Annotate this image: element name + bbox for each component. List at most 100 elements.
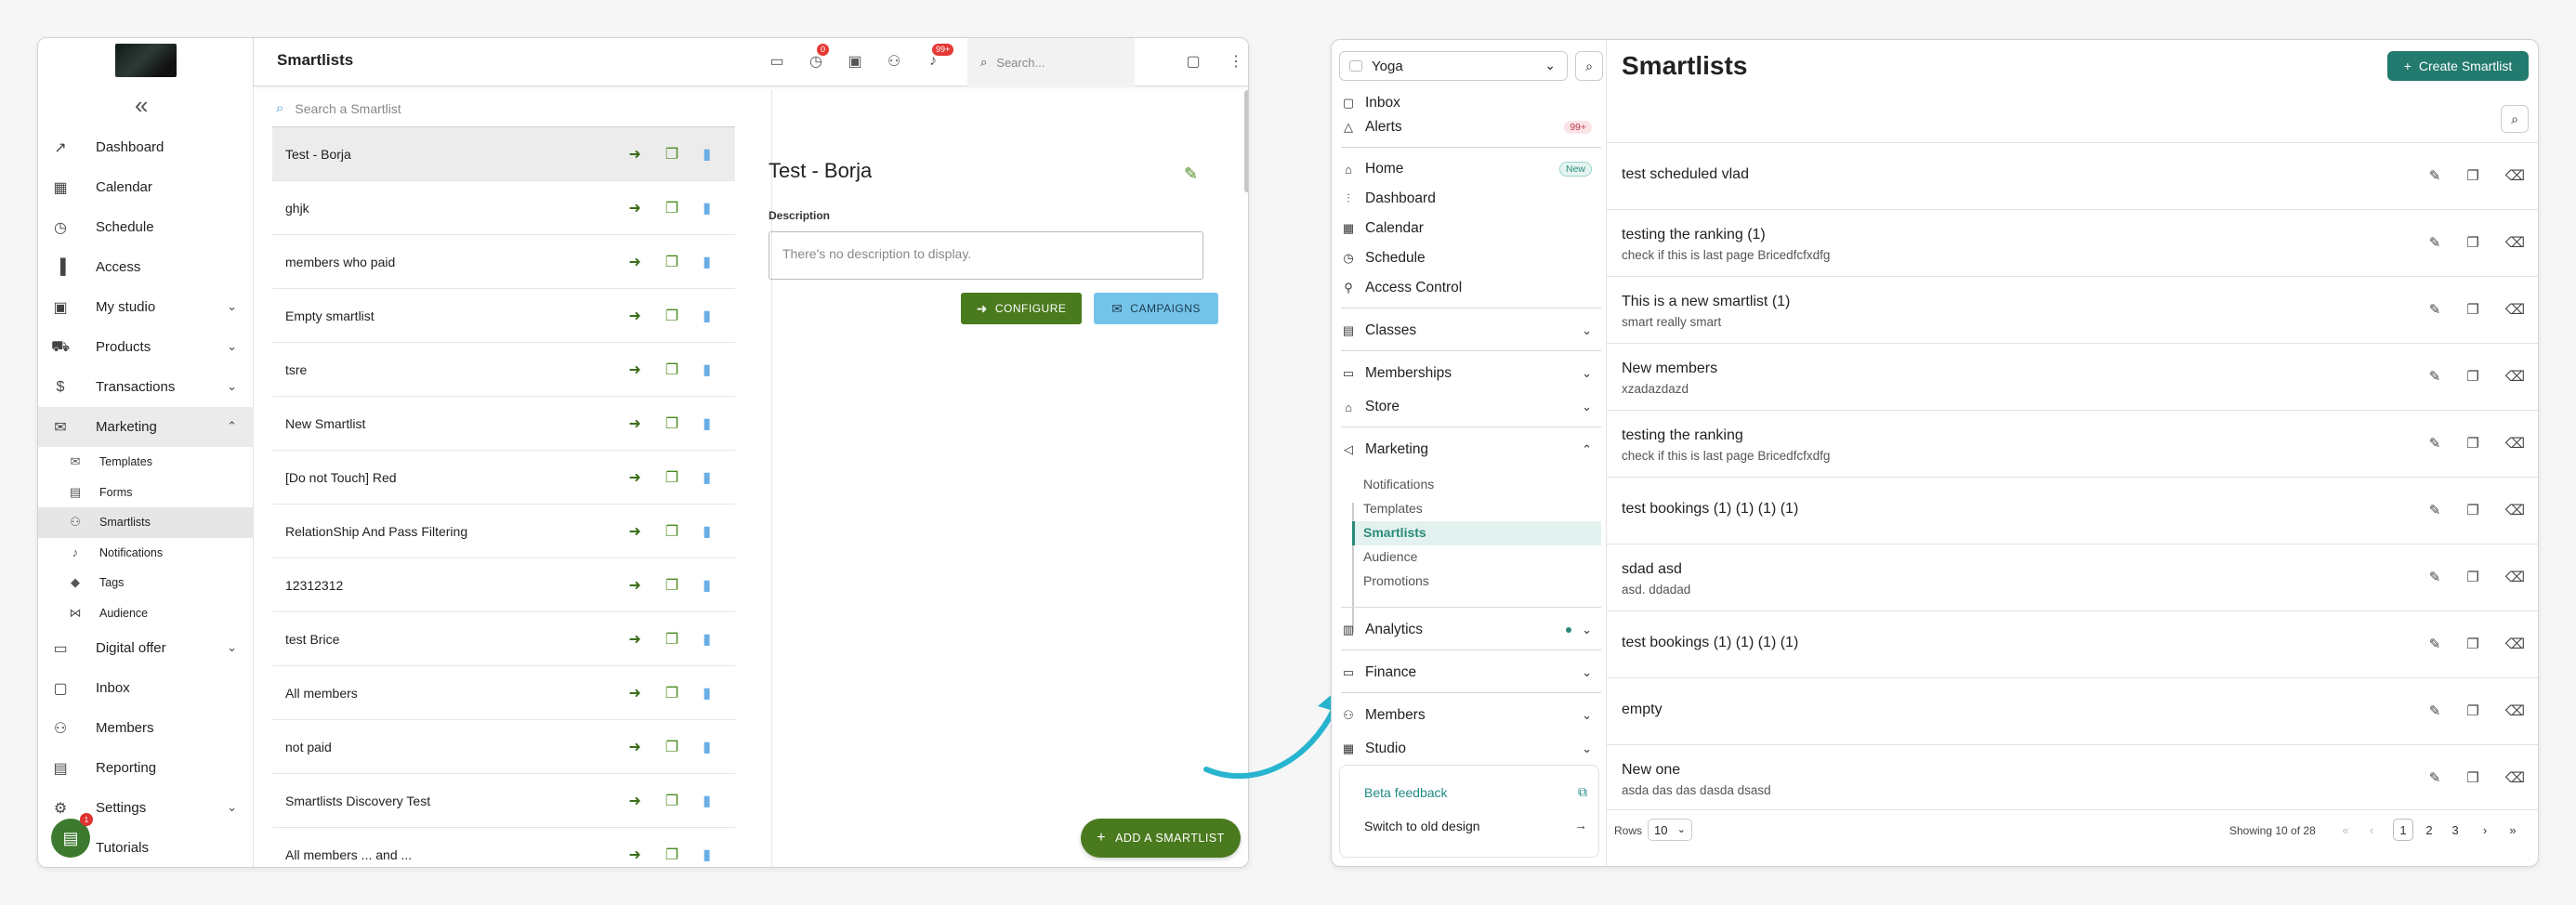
sidebar-item-dashboard[interactable]: ↗ Dashboard xyxy=(38,127,254,167)
header-search-input[interactable]: ⌕ Search... xyxy=(967,38,1135,86)
configure-button[interactable]: ➜ CONFIGURE xyxy=(961,293,1082,324)
list-item[interactable]: All members ➜ ❐ ▮ xyxy=(272,666,735,720)
edit-pencil-icon[interactable]: ✎ xyxy=(2429,301,2441,318)
duplicate-icon[interactable]: ❐ xyxy=(2466,167,2478,184)
campaigns-button[interactable]: ✉ CAMPAIGNS xyxy=(1094,293,1218,324)
trash-icon[interactable]: ▮ xyxy=(703,576,711,595)
sidebar-item-finance[interactable]: ▭ Finance ⌄ xyxy=(1341,662,1601,684)
edit-pencil-icon[interactable]: ✎ xyxy=(2429,502,2441,518)
arrow-right-icon[interactable]: ➜ xyxy=(628,253,640,271)
sidebar-item-classes[interactable]: ▤ Classes ⌄ xyxy=(1341,320,1601,342)
trash-icon[interactable]: ▮ xyxy=(703,361,711,379)
submenu-audience[interactable]: ⋈ Audience xyxy=(38,598,254,629)
trash-icon[interactable]: ⌫ xyxy=(2505,502,2525,518)
trash-icon[interactable]: ⌫ xyxy=(2505,769,2525,786)
duplicate-icon[interactable]: ❐ xyxy=(2466,234,2478,251)
copy-icon[interactable]: ❐ xyxy=(665,522,678,541)
duplicate-icon[interactable]: ❐ xyxy=(2466,301,2478,318)
submenu-smartlists[interactable]: Smartlists xyxy=(1363,522,1426,543)
submenu-tags[interactable]: ◆ Tags xyxy=(38,568,254,598)
arrow-right-icon[interactable]: → xyxy=(1574,818,1587,833)
edit-pencil-icon[interactable]: ✎ xyxy=(2429,769,2441,786)
table-row[interactable]: testing the ranking (1) check if this is … xyxy=(1607,209,2538,276)
trash-icon[interactable]: ▮ xyxy=(703,253,711,271)
table-row[interactable]: test bookings (1) (1) (1) (1) ✎ ❐ ⌫ xyxy=(1607,477,2538,544)
table-row[interactable]: testing the ranking check if this is last… xyxy=(1607,410,2538,477)
arrow-right-icon[interactable]: ➜ xyxy=(628,468,640,487)
edit-pencil-icon[interactable]: ✎ xyxy=(2429,702,2441,719)
duplicate-icon[interactable]: ❐ xyxy=(2466,569,2478,585)
copy-icon[interactable]: ❐ xyxy=(665,792,678,810)
submenu-templates[interactable]: Templates xyxy=(1363,498,1423,518)
page-1-button[interactable]: 1 xyxy=(2393,819,2413,841)
edit-pencil-icon[interactable]: ✎ xyxy=(2429,435,2441,452)
sidebar-item-store[interactable]: ⌂ Store ⌄ xyxy=(1341,396,1601,418)
briefcase-icon[interactable]: ▣ xyxy=(845,51,865,72)
sidebar-item-alerts[interactable]: △ Alerts 99+ xyxy=(1341,116,1601,138)
sidebar-item-studio[interactable]: ▦ Studio ⌄ xyxy=(1341,738,1601,760)
submenu-templates[interactable]: ✉ Templates xyxy=(38,447,254,478)
duplicate-icon[interactable]: ❐ xyxy=(2466,502,2478,518)
sidebar-item-inbox[interactable]: ▢ Inbox xyxy=(38,668,254,708)
sidebar-item-analytics[interactable]: ▥ Analytics ⌄ xyxy=(1341,619,1601,641)
external-link-icon[interactable]: ⧉ xyxy=(1578,784,1587,800)
sidebar-item-members[interactable]: ⚇ Members ⌄ xyxy=(1341,704,1601,727)
copy-icon[interactable]: ❐ xyxy=(665,468,678,487)
switch-old-design-link[interactable]: Switch to old design xyxy=(1364,819,1480,833)
list-item[interactable]: Test - Borja ➜ ❐ ▮ xyxy=(272,127,735,181)
trash-icon[interactable]: ▮ xyxy=(703,684,711,702)
list-item[interactable]: New Smartlist ➜ ❐ ▮ xyxy=(272,397,735,451)
list-item[interactable]: not paid ➜ ❐ ▮ xyxy=(272,720,735,774)
trash-icon[interactable]: ▮ xyxy=(703,792,711,810)
list-item[interactable]: ghjk ➜ ❐ ▮ xyxy=(272,181,735,235)
arrow-right-icon[interactable]: ➜ xyxy=(628,684,640,702)
copy-icon[interactable]: ❐ xyxy=(665,846,678,864)
sidebar-item-calendar[interactable]: ▦ Calendar xyxy=(38,167,254,207)
submenu-forms[interactable]: ▤ Forms xyxy=(38,478,254,508)
arrow-right-icon[interactable]: ➜ xyxy=(628,738,640,756)
table-row[interactable]: sdad asd asd. ddadad ✎ ❐ ⌫ xyxy=(1607,544,2538,610)
list-item[interactable]: tsre ➜ ❐ ▮ xyxy=(272,343,735,397)
sidebar-item-marketing[interactable]: ◁ Marketing ⌃ xyxy=(1341,439,1601,461)
trash-icon[interactable]: ▮ xyxy=(703,738,711,756)
duplicate-icon[interactable]: ❐ xyxy=(2466,769,2478,786)
trash-icon[interactable]: ⌫ xyxy=(2505,702,2525,719)
trash-icon[interactable]: ⌫ xyxy=(2505,569,2525,585)
duplicate-icon[interactable]: ❐ xyxy=(2466,368,2478,385)
collapse-sidebar-icon[interactable]: « xyxy=(135,93,148,117)
list-item[interactable]: Smartlists Discovery Test ➜ ❐ ▮ xyxy=(272,774,735,828)
add-person-icon[interactable]: ⚇ xyxy=(884,51,904,72)
arrow-right-icon[interactable]: ➜ xyxy=(628,522,640,541)
sidebar-item-home[interactable]: ⌂ Home New xyxy=(1341,158,1601,180)
arrow-right-icon[interactable]: ➜ xyxy=(628,145,640,164)
sidebar-item-memberships[interactable]: ▭ Memberships ⌄ xyxy=(1341,362,1601,385)
table-row[interactable]: New members xzadazdazd ✎ ❐ ⌫ xyxy=(1607,343,2538,410)
last-page-icon[interactable]: » xyxy=(2503,819,2523,841)
smartlist-search-input[interactable]: ⌕ Search a Smartlist xyxy=(272,90,735,127)
table-row[interactable]: test scheduled vlad ✎ ❐ ⌫ xyxy=(1607,142,2538,209)
trash-icon[interactable]: ▮ xyxy=(703,145,711,164)
sidebar-item-reporting[interactable]: ▤ Reporting xyxy=(38,748,254,788)
table-row[interactable]: This is a new smartlist (1) smart really … xyxy=(1607,276,2538,343)
trash-icon[interactable]: ⌫ xyxy=(2505,435,2525,452)
copy-icon[interactable]: ❐ xyxy=(665,738,678,756)
copy-icon[interactable]: ❐ xyxy=(665,630,678,649)
edit-pencil-icon[interactable]: ✎ xyxy=(2429,167,2441,184)
list-item[interactable]: test Brice ➜ ❐ ▮ xyxy=(272,612,735,666)
list-item[interactable]: members who paid ➜ ❐ ▮ xyxy=(272,235,735,289)
feedback-icon[interactable]: ▢ xyxy=(1183,51,1203,72)
sidebar-item-schedule[interactable]: ◷ Schedule xyxy=(1341,247,1601,269)
submenu-notifications[interactable]: Notifications xyxy=(1363,474,1434,494)
trash-icon[interactable]: ⌫ xyxy=(2505,368,2525,385)
inbox-tray-icon[interactable]: ▭ xyxy=(767,51,787,72)
edit-pencil-icon[interactable]: ✎ xyxy=(1184,164,1198,184)
edit-pencil-icon[interactable]: ✎ xyxy=(2429,234,2441,251)
trash-icon[interactable]: ▮ xyxy=(703,630,711,649)
next-page-icon[interactable]: › xyxy=(2475,819,2495,841)
edit-pencil-icon[interactable]: ✎ xyxy=(2429,368,2441,385)
submenu-notifications[interactable]: ♪ Notifications xyxy=(38,538,254,569)
sidebar-item-dashboard[interactable]: ⫶ Dashboard xyxy=(1341,188,1601,210)
copy-icon[interactable]: ❐ xyxy=(665,361,678,379)
copy-icon[interactable]: ❐ xyxy=(665,684,678,702)
trash-icon[interactable]: ▮ xyxy=(703,307,711,325)
